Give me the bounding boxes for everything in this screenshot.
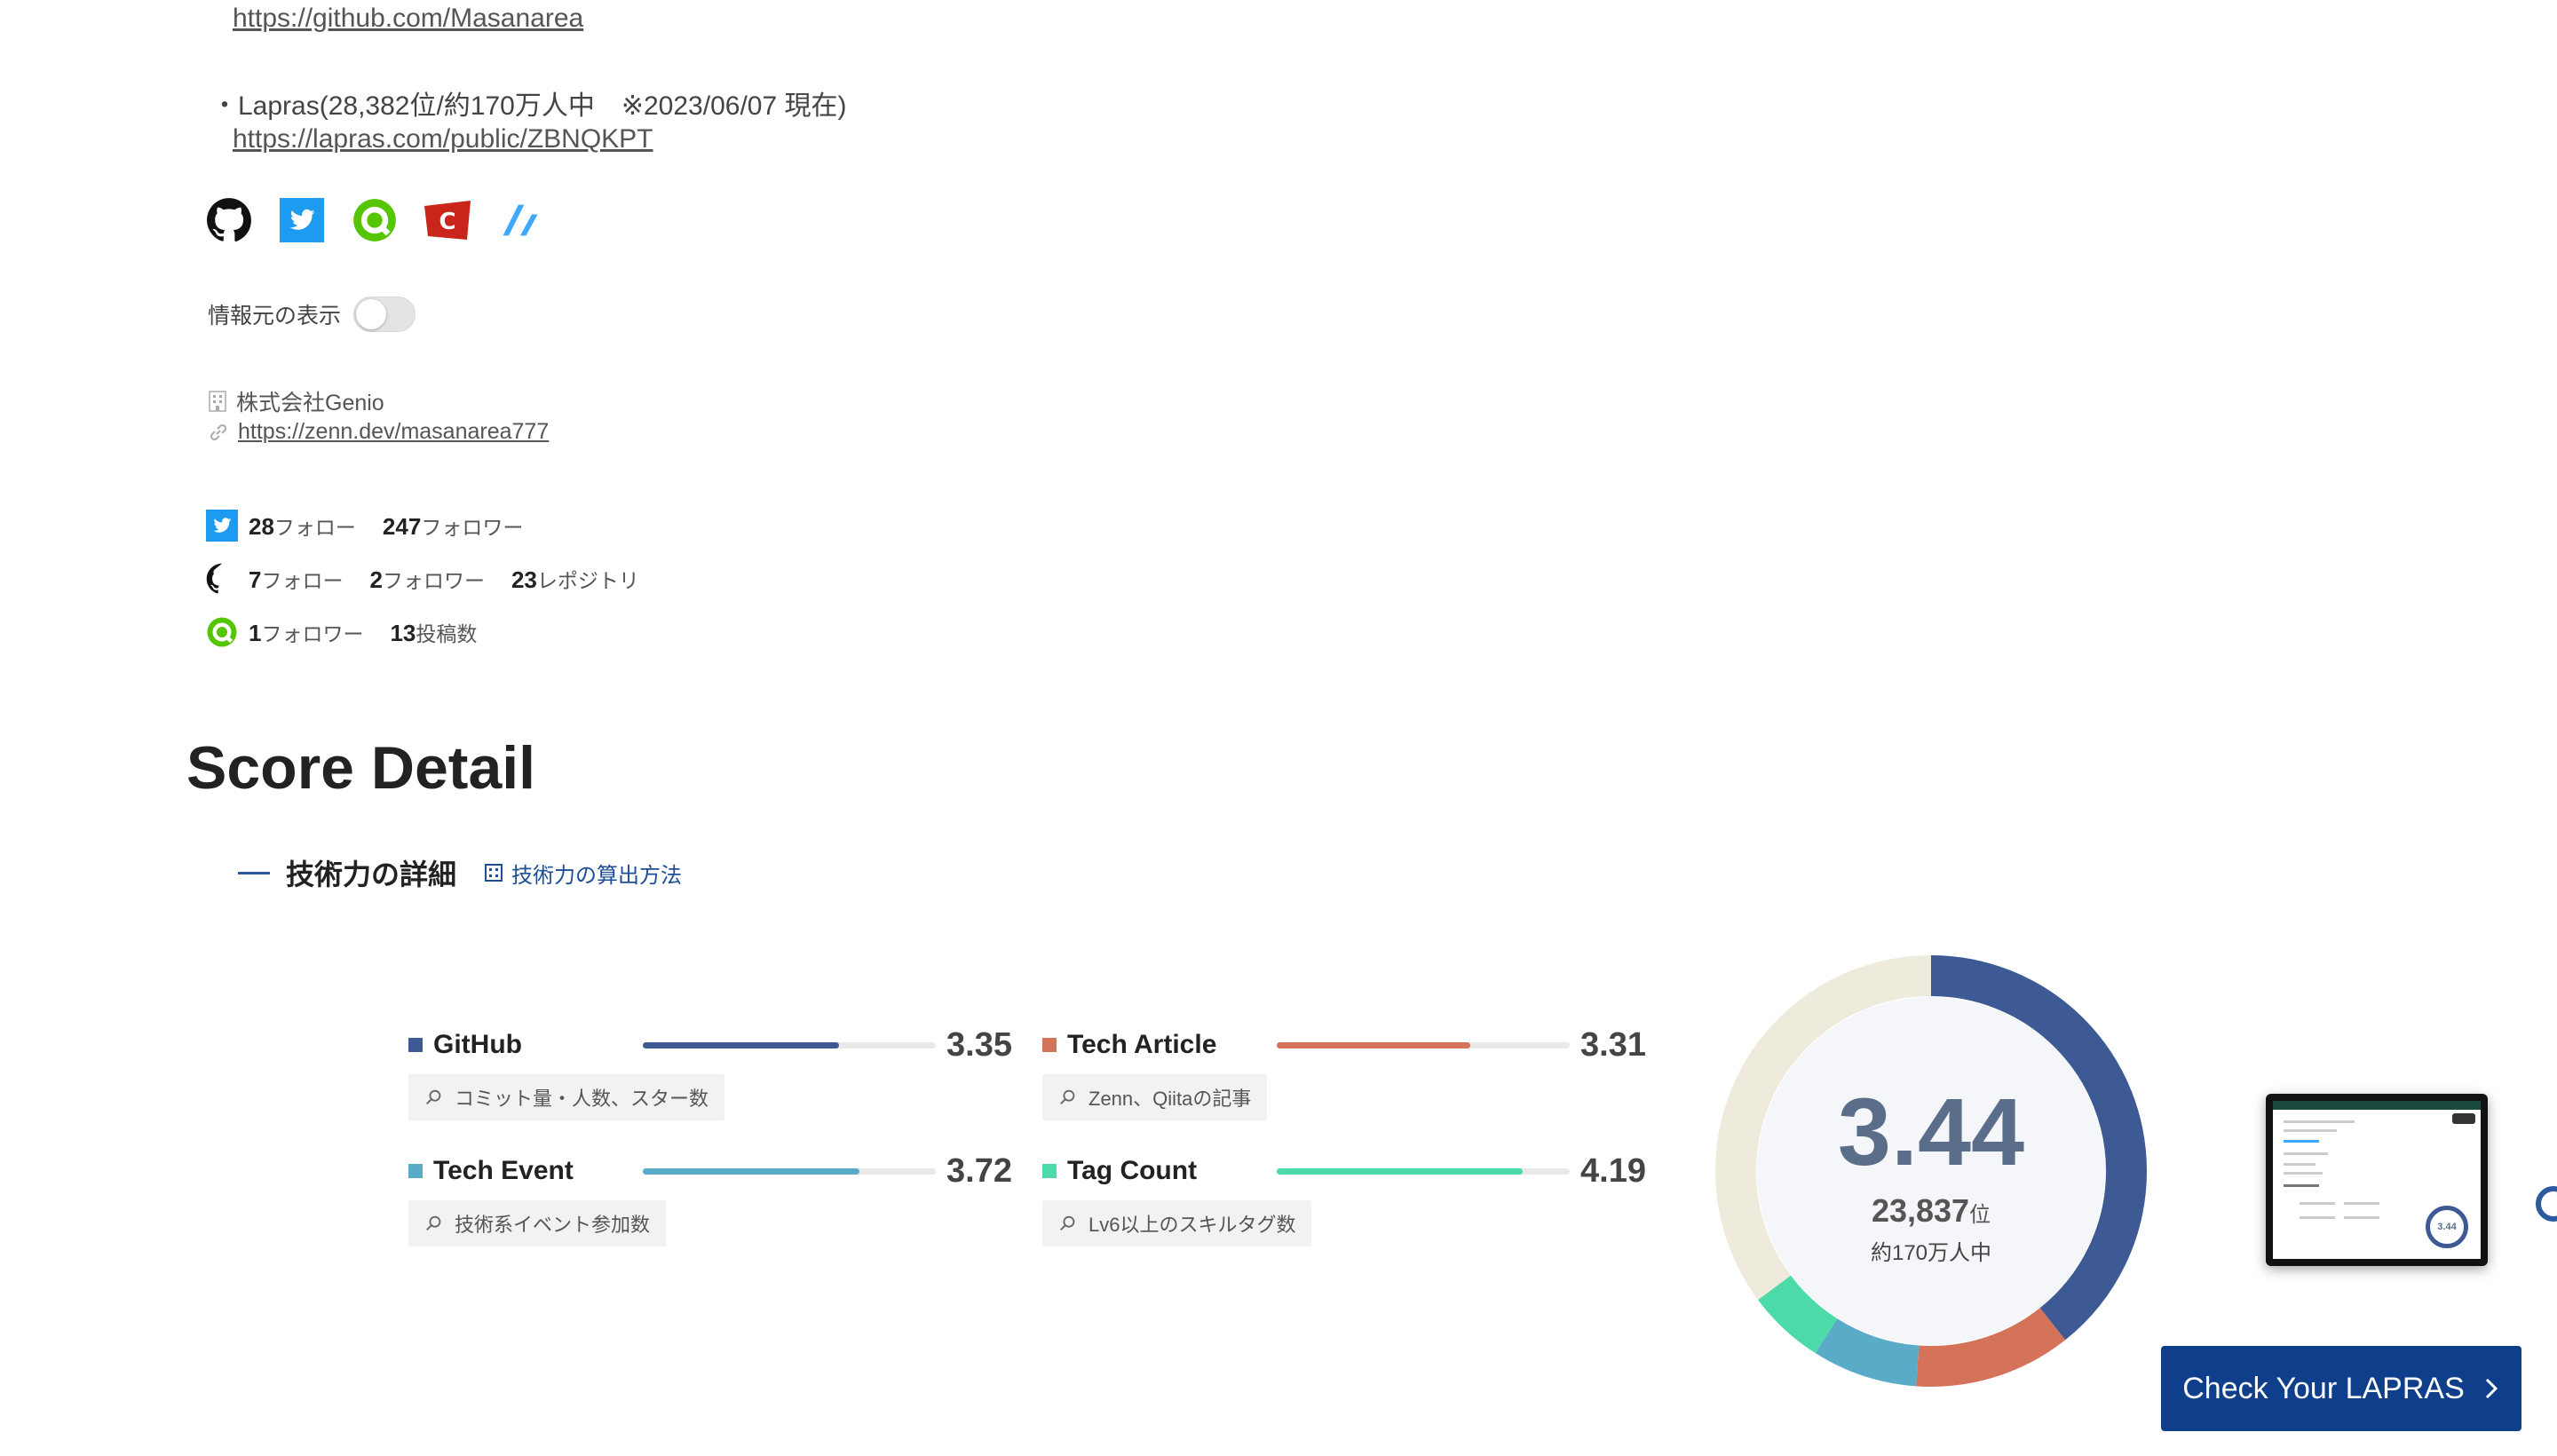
qiita-icon[interactable] (352, 197, 398, 243)
legend-square (408, 1164, 423, 1178)
score-card-tech-event: Tech Event 3.72 技術系イベント参加数 (408, 1149, 1021, 1246)
score-bar (643, 1041, 936, 1048)
link-icon (210, 423, 227, 440)
thumbnail-line (2344, 1202, 2379, 1205)
qiita-icon (207, 617, 237, 647)
thumbnail-line (2300, 1216, 2335, 1219)
thumbnail-line (2284, 1172, 2323, 1175)
twitter-stats: 28フォロー 247フォロワー (206, 510, 523, 542)
thumbnail-line (2284, 1184, 2319, 1187)
legend-square (1042, 1164, 1057, 1178)
score-name: Tech Event (433, 1156, 574, 1185)
score-bar-fill (643, 1167, 860, 1175)
score-bar-fill (1277, 1041, 1470, 1048)
search-icon (426, 1089, 441, 1104)
lapras-rank-text: ・Lapras(28,382位/約170万人中 ※2023/06/07 現在) (211, 91, 847, 121)
score-value: 4.19 (1580, 1151, 1646, 1190)
svg-text:C: C (439, 209, 455, 235)
score-bar (643, 1167, 936, 1175)
score-desc-chip: 技術系イベント参加数 (408, 1200, 667, 1246)
score-card-github: GitHub 3.35 コミット量・人数、スター数 (408, 1023, 1021, 1120)
thumbnail-line (2284, 1163, 2316, 1166)
score-bar (1277, 1041, 1570, 1048)
website-link[interactable]: https://zenn.dev/masanarea777 (238, 419, 549, 445)
score-value: 3.72 (946, 1151, 1012, 1190)
score-bar-fill (643, 1041, 840, 1048)
population-text: 約170万人中 (1870, 1240, 1992, 1265)
score-bar-fill (1277, 1167, 1524, 1175)
qiita-stats: 1フォロワー 13投稿数 (206, 616, 477, 648)
score-detail-title: Score Detail (186, 734, 536, 802)
legend-square (1042, 1038, 1057, 1052)
tech-skill-subheading: 技術力の詳細 技術力の算出方法 (238, 852, 682, 893)
company-name: 株式会社Genio (236, 391, 384, 415)
check-your-lapras-button[interactable]: Check Your LAPRAS (2161, 1346, 2521, 1431)
thumbnail-line (2300, 1202, 2335, 1205)
score-desc-chip: Zenn、Qiitaの記事 (1042, 1074, 1268, 1120)
search-icon (1060, 1089, 1075, 1104)
github-profile-link[interactable]: https://github.com/Masanarea (233, 4, 583, 34)
score-bar (1277, 1167, 1570, 1175)
score-desc-chip: Lv6以上のスキルタグ数 (1042, 1200, 1312, 1246)
building-icon (209, 391, 226, 412)
thumbnail-line (2284, 1120, 2355, 1123)
score-value: 3.31 (1580, 1025, 1646, 1064)
thumbnail-line (2284, 1152, 2328, 1155)
thumbnail-line (2284, 1129, 2337, 1132)
service-icons: C (206, 197, 543, 243)
github-icon[interactable] (206, 197, 252, 243)
source-display-toggle-row: 情報元の表示 (208, 297, 416, 332)
thumbnail-control (2452, 1113, 2475, 1124)
score-name: Tech Article (1067, 1030, 1217, 1059)
github-icon (206, 563, 222, 594)
score-name: GitHub (433, 1030, 522, 1059)
lapras-profile-link[interactable]: https://lapras.com/public/ZBNQKPT (233, 124, 653, 154)
score-desc-chip: コミット量・人数、スター数 (408, 1074, 725, 1120)
score-card-tech-article: Tech Article 3.31 Zenn、Qiitaの記事 (1042, 1023, 1655, 1120)
twitter-icon[interactable] (279, 197, 325, 243)
rank-text: 23,837位 (1871, 1191, 1991, 1229)
score-name: Tag Count (1067, 1156, 1198, 1185)
score-value: 3.35 (946, 1025, 1012, 1064)
website-row: https://zenn.dev/masanarea777 (208, 419, 549, 445)
score-card-tag-count: Tag Count 4.19 Lv6以上のスキルタグ数 (1042, 1149, 1655, 1246)
edge-widget-icon[interactable] (2536, 1186, 2557, 1222)
thumbnail-line (2284, 1140, 2319, 1143)
legend-square (408, 1038, 423, 1052)
company-row: 株式会社Genio (208, 385, 384, 417)
subheading-dash (238, 871, 270, 874)
calculator-icon (485, 864, 503, 882)
twitter-icon (206, 510, 238, 542)
zenn-icon[interactable] (497, 197, 543, 243)
github-stats: 7フォロー 2フォロワー 23レポジトリ (206, 563, 639, 595)
total-score: 3.44 (1837, 1077, 2025, 1185)
chevron-right-icon (2485, 1378, 2498, 1399)
score-donut-center: 3.44 23,837位 約170万人中 (1712, 952, 2150, 1390)
thumbnail-donut: 3.44 (2426, 1206, 2468, 1248)
thumbnail-header (2273, 1101, 2481, 1110)
thumbnail-screen: 3.44 (2273, 1101, 2481, 1259)
page-preview-thumbnail[interactable]: 3.44 (2266, 1094, 2488, 1266)
search-icon (426, 1215, 441, 1230)
toggle-label: 情報元の表示 (208, 304, 342, 328)
tech-skill-title: 技術力の詳細 (286, 859, 457, 890)
source-display-toggle[interactable] (353, 297, 416, 332)
search-icon (1060, 1215, 1075, 1230)
calc-method-link[interactable]: 技術力の算出方法 (483, 858, 682, 889)
thumbnail-line (2344, 1216, 2379, 1219)
connpass-icon[interactable]: C (424, 197, 471, 243)
